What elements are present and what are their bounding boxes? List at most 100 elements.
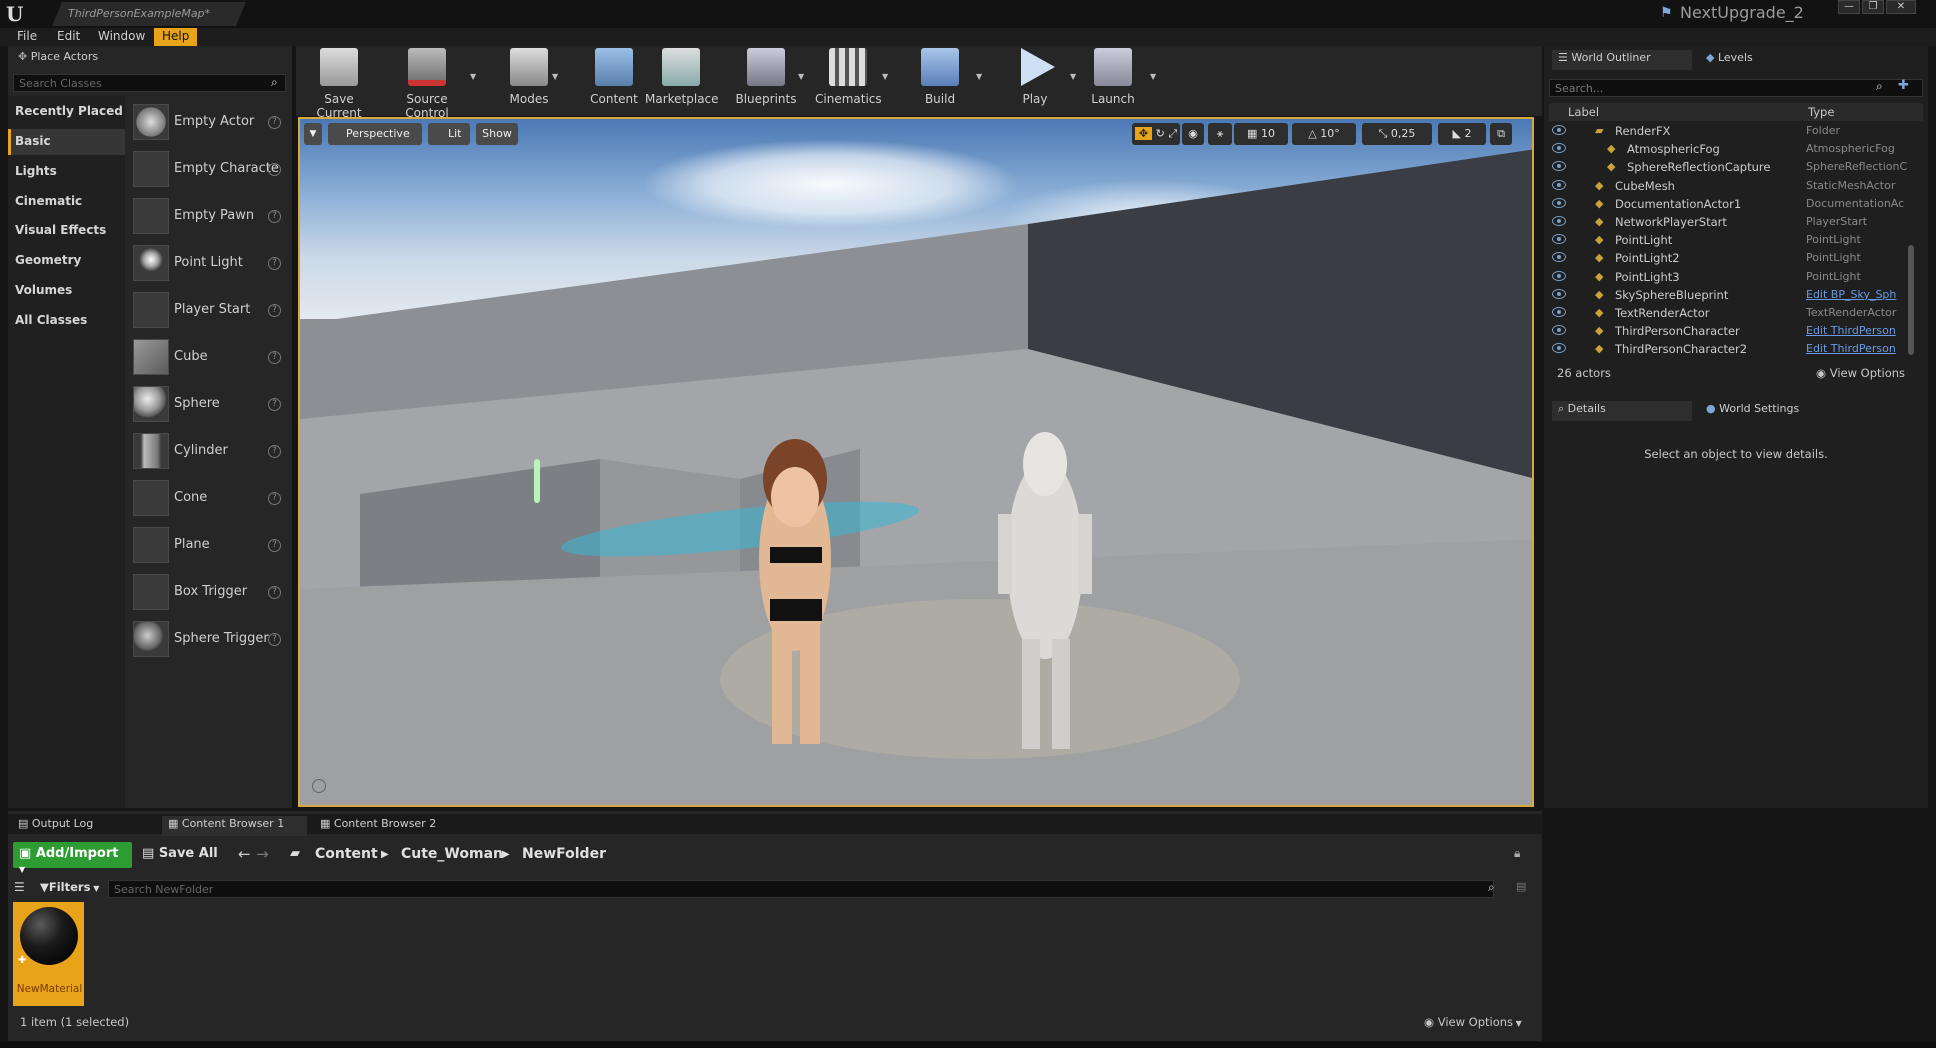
cube-icon[interactable] xyxy=(133,339,169,375)
outliner-row[interactable]: ◆ TextRenderActor TextRenderActor xyxy=(1549,304,1923,322)
plane-icon[interactable] xyxy=(133,527,169,563)
perspective-button[interactable]: Perspective xyxy=(328,123,422,145)
point-light-icon[interactable] xyxy=(133,245,169,281)
actor-item-cube[interactable]: Cube xyxy=(174,349,208,364)
place-actors-tab[interactable]: ✥ Place Actors xyxy=(18,50,98,70)
content-view-options[interactable]: ◉ View Options ▼ xyxy=(1424,1015,1522,1029)
forward-icon[interactable]: → xyxy=(256,845,269,863)
surface-snap-icon[interactable]: ⚹ xyxy=(1208,123,1232,145)
maximize-viewport-icon[interactable]: ⧉ xyxy=(1490,123,1512,145)
outliner-row[interactable]: ▰ RenderFX Folder xyxy=(1549,122,1923,140)
outliner-row[interactable]: ◆ AtmosphericFog AtmosphericFog xyxy=(1549,140,1923,158)
outliner-scrollbar[interactable] xyxy=(1908,245,1914,355)
help-icon[interactable]: ? xyxy=(268,116,281,129)
outliner-row[interactable]: ◆ ThirdPersonCharacter2 Edit ThirdPerson xyxy=(1549,340,1923,358)
camera-speed-control[interactable]: ◣ 2 xyxy=(1438,123,1486,145)
cone-icon[interactable] xyxy=(133,480,169,516)
show-button[interactable]: Show xyxy=(476,123,518,145)
save-current-button[interactable]: Save Current xyxy=(302,48,376,120)
save-search-icon[interactable]: ▤ xyxy=(1516,880,1526,893)
cylinder-icon[interactable] xyxy=(133,433,169,469)
edit-blueprint-link[interactable]: Edit BP_Sky_Sph xyxy=(1806,288,1912,301)
empty-pawn-icon[interactable] xyxy=(133,198,169,234)
category-cinematic[interactable]: Cinematic xyxy=(15,194,82,208)
close-icon[interactable]: ✕ xyxy=(1886,0,1916,14)
world-outliner-tab[interactable]: ☰ World Outliner xyxy=(1552,50,1692,70)
maximize-icon[interactable]: ❐ xyxy=(1862,0,1884,14)
category-basic[interactable]: Basic xyxy=(15,134,51,148)
viewport-options-button[interactable]: ▼ xyxy=(304,123,322,145)
play-button[interactable]: Play xyxy=(1015,48,1055,110)
build-caret-icon[interactable]: ▼ xyxy=(976,72,982,81)
visibility-eye-icon[interactable] xyxy=(1552,252,1566,263)
visibility-eye-icon[interactable] xyxy=(1552,343,1566,354)
breadcrumb-newfolder[interactable]: NewFolder xyxy=(522,846,606,862)
actor-item-player-start[interactable]: Player Start xyxy=(174,302,250,317)
levels-tab[interactable]: ◆ Levels xyxy=(1700,50,1830,70)
actor-item-empty-actor[interactable]: Empty Actor xyxy=(174,114,254,129)
source-control-caret-icon[interactable]: ▼ xyxy=(470,72,476,81)
modes-button[interactable]: Modes xyxy=(508,48,550,110)
visibility-eye-icon[interactable] xyxy=(1552,161,1566,172)
category-visual-effects[interactable]: Visual Effects xyxy=(15,223,106,237)
help-icon[interactable]: ? xyxy=(268,257,281,270)
empty-character-icon[interactable] xyxy=(133,151,169,187)
category-recently-placed[interactable]: Recently Placed xyxy=(15,104,123,118)
search-icon[interactable]: ⌕ xyxy=(271,75,278,90)
modes-caret-icon[interactable]: ▼ xyxy=(552,72,558,81)
asset-tile-newmaterial[interactable]: ✚ NewMaterial xyxy=(13,902,84,1006)
visibility-eye-icon[interactable] xyxy=(1552,143,1566,154)
menu-window[interactable]: Window xyxy=(98,28,145,46)
breadcrumb-separator-icon[interactable]: ▶ xyxy=(381,849,389,860)
visibility-eye-icon[interactable] xyxy=(1552,325,1566,336)
menu-help[interactable]: Help xyxy=(154,28,198,46)
outliner-search-input[interactable]: Search... xyxy=(1549,79,1923,97)
build-button[interactable]: Build xyxy=(920,48,960,110)
outliner-row[interactable]: ◆ PointLight PointLight xyxy=(1549,231,1923,249)
outliner-row[interactable]: ◆ PointLight3 PointLight xyxy=(1549,268,1923,286)
menu-edit[interactable]: Edit xyxy=(57,28,80,46)
back-icon[interactable]: ← xyxy=(238,845,251,863)
filters-button[interactable]: ▼Filters ▼ xyxy=(40,880,99,894)
outliner-row[interactable]: ◆ NetworkPlayerStart PlayerStart xyxy=(1549,213,1923,231)
help-icon[interactable]: ? xyxy=(268,586,281,599)
scale-snap-control[interactable]: ⤡ 0,25 xyxy=(1362,123,1432,145)
rotation-snap-control[interactable]: △ 10° xyxy=(1292,123,1356,145)
type-column-header[interactable]: Type xyxy=(1808,105,1834,119)
outliner-view-options[interactable]: ◉ View Options xyxy=(1816,366,1905,380)
outliner-row[interactable]: ◆ SphereReflectionCapture SphereReflection… xyxy=(1549,158,1923,176)
visibility-eye-icon[interactable] xyxy=(1552,179,1566,190)
map-tab[interactable]: ThirdPersonExampleMap* xyxy=(52,2,246,26)
level-viewport[interactable]: ▼ Perspective Lit Show ✥ ↻ ⤢ ◉ ⚹ ▦ 10 △ … xyxy=(298,117,1534,807)
cinematics-caret-icon[interactable]: ▼ xyxy=(882,72,888,81)
minimize-icon[interactable]: — xyxy=(1838,0,1860,14)
sphere-trigger-icon[interactable] xyxy=(133,621,169,657)
category-lights[interactable]: Lights xyxy=(15,164,57,178)
search-icon[interactable]: ⌕ xyxy=(1488,880,1495,895)
breadcrumb-cute-woman[interactable]: Cute_Woman xyxy=(401,846,503,862)
help-icon[interactable]: ? xyxy=(268,398,281,411)
breadcrumb-content[interactable]: Content xyxy=(315,846,378,862)
actor-item-sphere-trigger[interactable]: Sphere Trigger xyxy=(174,631,269,646)
transform-tools[interactable]: ✥ ↻ ⤢ xyxy=(1132,123,1180,145)
visibility-eye-icon[interactable] xyxy=(1552,216,1566,226)
category-all-classes[interactable]: All Classes xyxy=(15,313,87,327)
outliner-row[interactable]: ◆ SkySphereBlueprint Edit BP_Sky_Sph xyxy=(1549,286,1923,304)
player-start-icon[interactable] xyxy=(133,292,169,328)
actor-item-cone[interactable]: Cone xyxy=(174,490,207,505)
search-classes-input[interactable]: Search Classes xyxy=(13,74,286,92)
visibility-eye-icon[interactable] xyxy=(1552,288,1566,299)
visibility-eye-icon[interactable] xyxy=(1552,234,1566,245)
outliner-row[interactable]: ◆ ThirdPersonCharacter Edit ThirdPerson xyxy=(1549,322,1923,340)
edit-blueprint-link[interactable]: Edit ThirdPerson xyxy=(1806,324,1912,337)
help-icon[interactable]: ? xyxy=(268,163,281,176)
cinematics-button[interactable]: Cinematics xyxy=(815,48,882,110)
marketplace-button[interactable]: Marketplace xyxy=(645,48,719,110)
menu-file[interactable]: File xyxy=(17,28,37,46)
add-import-button[interactable]: ▣ Add/Import ▼ xyxy=(13,842,132,874)
help-icon[interactable]: ? xyxy=(268,351,281,364)
blueprints-button[interactable]: Blueprints xyxy=(734,48,798,110)
details-tab[interactable]: ⌕ Details xyxy=(1552,401,1692,421)
launch-button[interactable]: Launch xyxy=(1090,48,1136,110)
source-control-button[interactable]: Source Control xyxy=(384,48,470,120)
